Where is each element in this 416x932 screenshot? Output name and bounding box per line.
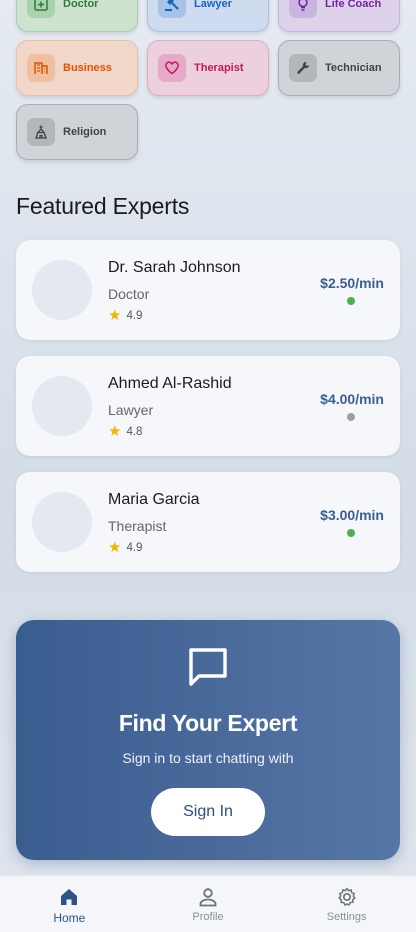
expert-card[interactable]: Ahmed Al-Rashid Lawyer ★ 4.8 $4.00/min [16, 356, 400, 456]
expert-card[interactable]: Maria Garcia Therapist ★ 4.9 $3.00/min [16, 472, 400, 572]
expert-rating: ★ 4.8 [108, 424, 142, 439]
category-technician[interactable]: Technician [278, 40, 400, 96]
expert-rating: ★ 4.9 [108, 308, 142, 323]
banner-title: Find Your Expert [118, 710, 298, 736]
home-icon [61, 889, 78, 905]
chat-bubble-icon [189, 648, 227, 686]
expert-price: $3.00/min [320, 507, 384, 523]
category-lawyer[interactable]: Lawyer [147, 0, 269, 32]
expert-name: Dr. Sarah Johnson [108, 259, 241, 276]
expert-name: Maria Garcia [108, 491, 200, 508]
heart-icon [158, 54, 186, 82]
expert-rating: ★ 4.9 [108, 540, 142, 555]
building-icon [27, 54, 55, 82]
banner-subtitle: Sign in to start chatting with [122, 750, 294, 766]
category-business[interactable]: Business [16, 40, 138, 96]
expert-role: Lawyer [108, 402, 154, 418]
avatar [32, 376, 92, 436]
status-dot [347, 297, 355, 305]
rating-value: 4.9 [126, 541, 143, 554]
rating-value: 4.8 [126, 425, 143, 438]
rating-value: 4.9 [126, 309, 143, 322]
expert-name: Ahmed Al-Rashid [108, 375, 232, 392]
category-label: Doctor [63, 0, 99, 10]
status-dot [347, 529, 355, 537]
category-therapist[interactable]: Therapist [147, 40, 269, 96]
category-label: Technician [325, 62, 382, 74]
category-religion[interactable]: Religion [16, 104, 138, 160]
lightbulb-icon [289, 0, 317, 18]
avatar [32, 492, 92, 552]
expert-price: $4.00/min [320, 391, 384, 407]
expert-price: $2.50/min [320, 275, 384, 291]
gavel-icon [158, 0, 186, 18]
avatar [32, 260, 92, 320]
category-label: Lawyer [194, 0, 232, 10]
expert-card[interactable]: Dr. Sarah Johnson Doctor ★ 4.9 $2.50/min [16, 240, 400, 340]
expert-role: Doctor [108, 286, 150, 302]
star-icon: ★ [108, 307, 122, 324]
nav-settings[interactable]: Settings [277, 876, 416, 932]
star-icon: ★ [108, 539, 122, 556]
category-label: Life Coach [325, 0, 382, 10]
category-label: Business [63, 62, 112, 74]
expert-role: Therapist [108, 518, 167, 534]
find-expert-banner: Find Your Expert Sign in to start chatti… [16, 620, 400, 860]
category-label: Religion [63, 126, 107, 138]
nav-profile[interactable]: Profile [139, 876, 278, 932]
category-grid: Doctor Lawyer Life Coach Business Therap… [16, 0, 400, 160]
nav-label: Profile [192, 911, 224, 923]
sign-in-button[interactable]: Sign In [151, 788, 265, 836]
category-life-coach[interactable]: Life Coach [278, 0, 400, 32]
gear-icon [338, 887, 356, 906]
star-icon: ★ [108, 423, 122, 440]
nav-label: Home [53, 911, 86, 925]
person-icon [199, 888, 217, 907]
category-doctor[interactable]: Doctor [16, 0, 138, 32]
status-dot [347, 413, 355, 421]
section-title: Featured Experts [16, 193, 190, 219]
category-label: Therapist [194, 62, 244, 74]
wrench-icon [289, 54, 317, 82]
temple-icon [27, 118, 55, 146]
bottom-nav: Home Profile Settings [0, 875, 416, 932]
nav-label: Settings [326, 911, 367, 923]
medical-plus-icon [27, 0, 55, 18]
nav-home[interactable]: Home [0, 876, 139, 932]
